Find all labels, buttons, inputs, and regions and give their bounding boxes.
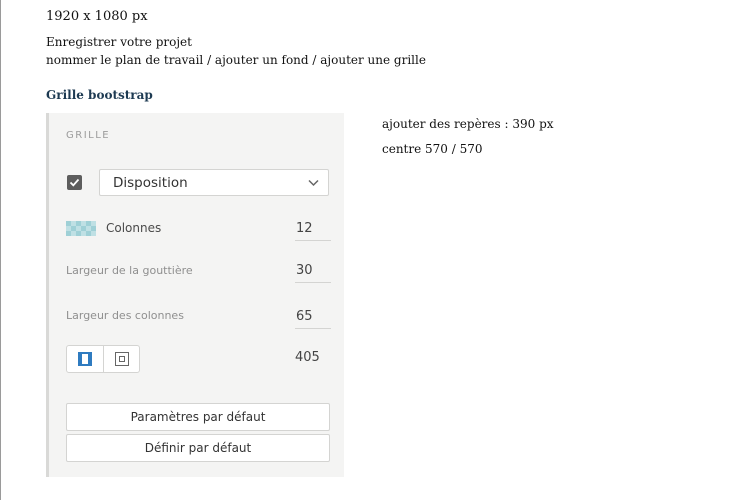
guides-note: ajouter des repères : 390 px (382, 117, 554, 131)
chevron-down-icon (308, 179, 319, 187)
column-mode-icon (78, 352, 92, 366)
steps-note: nommer le plan de travail / ajouter un f… (46, 53, 426, 67)
panel-title: GRILLE (66, 130, 111, 141)
square-mode-button[interactable] (104, 346, 140, 372)
set-default-button[interactable]: Définir par défaut (66, 434, 330, 462)
page-left-rule (0, 0, 1, 500)
columns-label: Colonnes (106, 221, 162, 235)
total-width-value: 405 (295, 350, 320, 365)
columns-input[interactable]: 12 (295, 221, 331, 241)
grid-panel: GRILLE Disposition Colonnes 12 Largeur d… (46, 113, 344, 477)
layout-dropdown[interactable]: Disposition (99, 169, 329, 196)
layout-dropdown-value: Disposition (113, 175, 188, 191)
resolution-note: 1920 x 1080 px (46, 9, 148, 24)
grid-mode-toggle[interactable] (66, 345, 140, 373)
column-width-label: Largeur des colonnes (66, 309, 184, 322)
gutter-width-label: Largeur de la gouttière (66, 264, 193, 277)
columns-grid-icon (66, 221, 96, 236)
checkmark-icon (69, 178, 80, 187)
column-width-value: 65 (296, 309, 313, 324)
save-project-note: Enregistrer votre projet (46, 35, 192, 49)
gutter-width-input[interactable]: 30 (295, 263, 331, 283)
square-mode-icon (115, 352, 129, 366)
section-heading: Grille bootstrap (46, 88, 153, 102)
centre-note: centre 570 / 570 (382, 142, 483, 156)
gutter-width-value: 30 (296, 263, 313, 278)
columns-value: 12 (296, 221, 313, 236)
column-width-input[interactable]: 65 (295, 309, 331, 329)
reset-defaults-button[interactable]: Paramètres par défaut (66, 403, 330, 431)
grid-enabled-checkbox[interactable] (67, 175, 82, 190)
column-mode-button[interactable] (67, 346, 103, 372)
